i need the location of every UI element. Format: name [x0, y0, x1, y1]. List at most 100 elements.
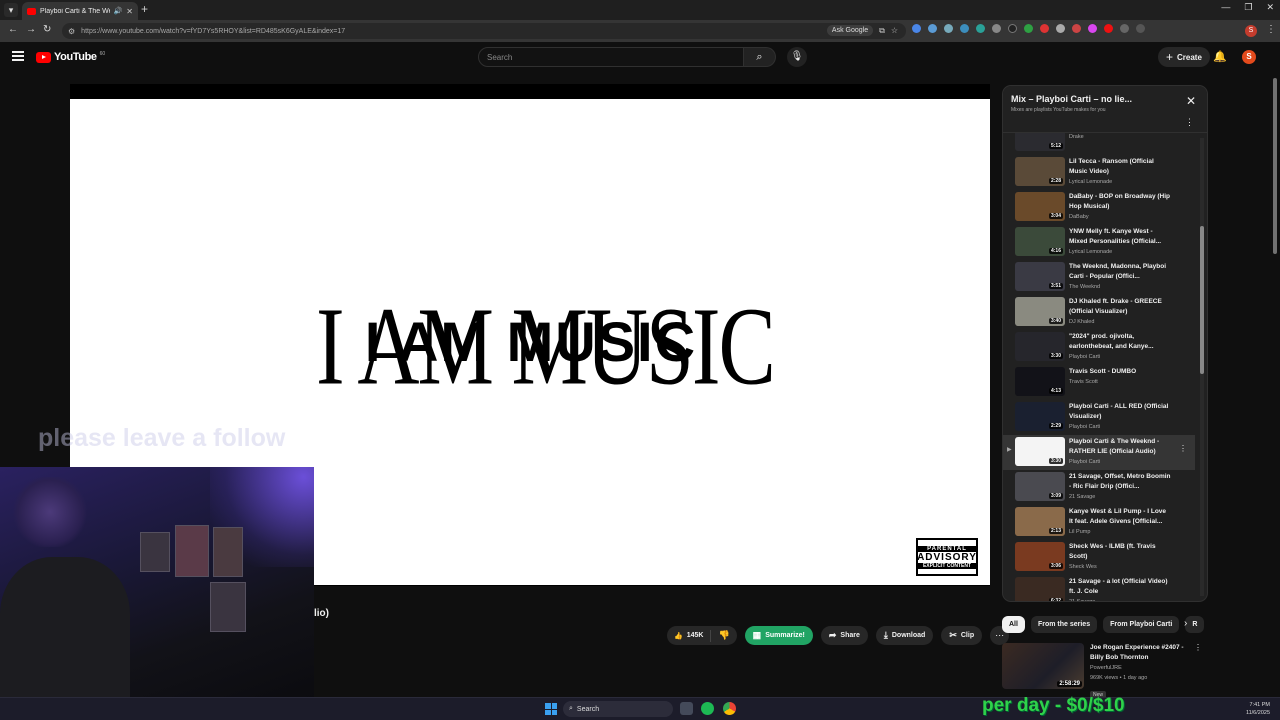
recommended-title[interactable]: Joe Rogan Experience #2407 - Billy Bob T… [1090, 643, 1194, 663]
install-icon[interactable]: ⧉ [879, 26, 885, 36]
playlist-item[interactable]: 2:29 Playboi Carti - ALL RED (Official Vi… [1003, 400, 1195, 435]
playlist-item-thumbnail[interactable]: 3:30 [1015, 332, 1065, 361]
summarize-button[interactable]: ▦ Summarize! [744, 626, 813, 645]
close-window-icon[interactable]: ✕ [1266, 2, 1274, 13]
playlist-item-thumbnail[interactable]: 3:09 [1015, 472, 1065, 501]
extension-icon[interactable] [1008, 24, 1017, 33]
page-scroll-thumb[interactable] [1273, 78, 1277, 254]
forward-icon[interactable]: → [26, 24, 36, 35]
playlist-item[interactable]: 3:09 21 Savage, Offset, Metro Boomin - Ri… [1003, 470, 1195, 505]
playlist-item-menu-icon[interactable]: ⋮ [1179, 444, 1187, 453]
playlist-item-thumbnail[interactable]: 2:13 [1015, 507, 1065, 536]
browser-tab[interactable]: Playboi Carti & The Weeknd 🔊 ✕ [22, 2, 138, 20]
playlist-item[interactable]: ▶ 3:30 Playboi Carti & The Weeknd - RATHER… [1003, 435, 1195, 470]
windows-start-icon[interactable] [545, 703, 557, 715]
user-avatar[interactable]: S [1242, 50, 1256, 64]
playlist-item[interactable]: 2:13 Kanye West & Lil Pump - I Love It fe… [1003, 505, 1195, 540]
recommended-video[interactable]: 2:58:29 Joe Rogan Experience #2407 - Bil… [1002, 641, 1208, 699]
extension-icon[interactable] [928, 24, 937, 33]
playlist-item-thumbnail[interactable]: 6:32 [1015, 577, 1065, 601]
stream-follow-overlay: please leave a follow [38, 424, 286, 452]
browser-menu-icon[interactable]: ⋮ [1266, 24, 1276, 35]
playlist-item[interactable]: 4:16 YNW Melly ft. Kanye West - Mixed Per… [1003, 225, 1195, 260]
playlist-item[interactable]: 6:32 21 Savage - a lot (Official Video) f… [1003, 575, 1195, 601]
close-tab-icon[interactable]: ✕ [126, 7, 133, 16]
minimize-icon[interactable]: — [1221, 2, 1230, 13]
chip-from-playboi-carti[interactable]: From Playboi Carti [1103, 616, 1180, 633]
playlist-item-thumbnail[interactable]: 3:04 [1015, 192, 1065, 221]
speaker-icon[interactable]: 🔊 [114, 7, 123, 15]
clip-button[interactable]: ✂ Clip [941, 626, 983, 645]
notifications-bell-icon[interactable]: 🔔 [1213, 50, 1227, 63]
playlist-item[interactable]: 3:40 DJ Khaled ft. Drake - GREECE (Offici… [1003, 295, 1195, 330]
recommended-thumbnail[interactable]: 2:58:29 [1002, 643, 1084, 689]
playlist-item-thumbnail[interactable]: 3:06 [1015, 542, 1065, 571]
extension-icon[interactable] [1072, 24, 1081, 33]
playlist-item-thumbnail[interactable]: 4:13 [1015, 367, 1065, 396]
extension-icon[interactable] [912, 24, 921, 33]
playlist-item[interactable]: 3:04 DaBaby - BOP on Broadway (Hip Hop Mu… [1003, 190, 1195, 225]
downloads-icon[interactable] [1136, 24, 1145, 33]
playlist-item[interactable]: 3:51 The Weeknd, Madonna, Playboi Carti -… [1003, 260, 1195, 295]
extension-icon[interactable] [992, 24, 1001, 33]
ask-google-button[interactable]: Ask Google [826, 25, 874, 36]
playlist-scroll-thumb[interactable] [1200, 226, 1204, 374]
chip-r[interactable]: R [1185, 616, 1205, 633]
search-button[interactable]: ⌕ [744, 47, 776, 67]
chip-from-the-series[interactable]: From the series [1030, 616, 1098, 633]
playlist-item[interactable]: 4:13 Travis Scott - DUMBO Travis Scott [1003, 365, 1195, 400]
playlist-item-thumbnail[interactable]: 2:29 [1015, 402, 1065, 431]
summarize-label: Summarize! [765, 632, 805, 639]
chips-next-icon[interactable]: › [1184, 618, 1187, 629]
extension-icon[interactable] [1104, 24, 1113, 33]
spotify-icon[interactable] [701, 702, 714, 715]
dislike-button[interactable]: 👎 [711, 630, 736, 641]
extension-icon[interactable] [960, 24, 969, 33]
task-view-icon[interactable] [680, 702, 693, 715]
search-input[interactable] [478, 47, 744, 67]
bookmark-star-icon[interactable]: ☆ [891, 26, 898, 35]
playlist-item[interactable]: 2:28 Lil Tecca - Ransom (Official Music V… [1003, 155, 1195, 190]
create-button[interactable]: + Create [1158, 47, 1210, 67]
new-tab-icon[interactable]: + [141, 2, 148, 16]
taskbar-search[interactable]: ⌕ Search [563, 701, 673, 717]
site-info-icon[interactable]: ⚙ [68, 27, 75, 36]
playlist-item[interactable]: 5:12 Music Video)Drake [1003, 133, 1195, 155]
voice-search-mic-icon[interactable]: 🎙 [787, 47, 807, 67]
tab-search-icon[interactable]: ▾ [4, 3, 18, 17]
chip-all[interactable]: All [1002, 616, 1025, 633]
extension-icon[interactable] [1088, 24, 1097, 33]
extension-icon[interactable] [976, 24, 985, 33]
maximize-icon[interactable]: ❐ [1244, 2, 1252, 13]
extension-icon[interactable] [1024, 24, 1033, 33]
playlist-item-thumbnail[interactable]: 3:40 [1015, 297, 1065, 326]
recommended-menu-icon[interactable]: ⋮ [1194, 643, 1202, 652]
extensions-puzzle-icon[interactable] [1120, 24, 1129, 33]
hamburger-menu-icon[interactable] [12, 51, 24, 61]
playlist-item-thumbnail[interactable]: 2:28 [1015, 157, 1065, 186]
download-button[interactable]: ⤓ Download [875, 626, 934, 645]
extension-icon[interactable] [1040, 24, 1049, 33]
extension-icon[interactable] [1056, 24, 1065, 33]
playlist-scrollbar[interactable] [1200, 138, 1204, 596]
page-scrollbar[interactable] [1272, 72, 1278, 698]
address-bar[interactable]: ⚙ https://www.youtube.com/watch?v=fYD7Ys… [62, 23, 906, 39]
share-button[interactable]: ➦ Share [820, 626, 868, 645]
playlist-item-thumbnail[interactable]: 4:16 [1015, 227, 1065, 256]
playlist-item[interactable]: 3:06 Sheck Wes - ILMB (ft. Travis Scott) S… [1003, 540, 1195, 575]
taskbar-clock[interactable]: 7:41 PM 11/6/2025 [1246, 701, 1270, 717]
reload-icon[interactable]: ↻ [43, 24, 51, 35]
recommended-channel[interactable]: PowerfulJRE [1090, 664, 1194, 673]
browser-profile-avatar[interactable]: S [1245, 25, 1257, 37]
youtube-logo[interactable]: YouTube 60 [36, 51, 105, 63]
chrome-icon[interactable] [723, 702, 736, 715]
back-icon[interactable]: ← [8, 24, 18, 35]
playlist-item-thumbnail[interactable]: 3:51 [1015, 262, 1065, 291]
playlist-item[interactable]: 3:30 "2024" prod. ojivolta, earlonthebeat… [1003, 330, 1195, 365]
playlist-item-thumbnail[interactable]: 5:12 [1015, 133, 1065, 151]
close-playlist-icon[interactable]: ✕ [1186, 94, 1196, 108]
like-button[interactable]: 👍 145K [667, 629, 712, 642]
extension-icon[interactable] [944, 24, 953, 33]
playlist-menu-icon[interactable]: ⋮ [1185, 117, 1194, 128]
playlist-item-thumbnail[interactable]: 3:30 [1015, 437, 1065, 466]
